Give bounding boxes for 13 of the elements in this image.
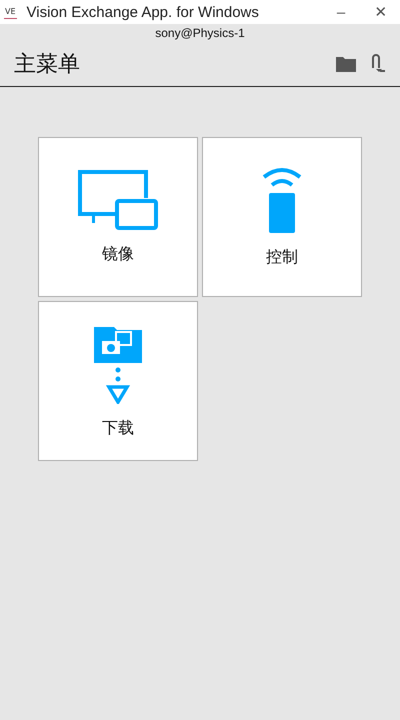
minimize-button[interactable]: ‒ [326, 4, 356, 20]
close-button[interactable]: ✕ [366, 3, 396, 21]
monitor-icon [78, 170, 158, 230]
refresh-button[interactable] [370, 54, 386, 74]
account-name: sony@Physics-1 [154, 25, 246, 42]
menu-tile[interactable]: 镜像 [38, 137, 198, 297]
menu-tile[interactable]: 控制 [202, 137, 362, 297]
app-logo: VE [4, 6, 17, 18]
folder-button[interactable] [336, 56, 356, 72]
remote-icon [262, 166, 302, 232]
page-title: 主菜单 [14, 51, 81, 79]
window-title: Vision Exchange App. for Windows [26, 4, 260, 20]
menu-tile[interactable]: 下载 [38, 301, 198, 461]
